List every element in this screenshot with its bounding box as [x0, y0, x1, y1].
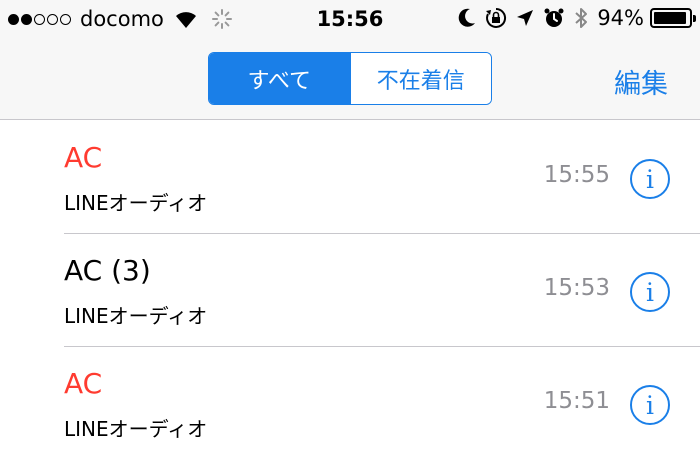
caller-name: AC: [64, 367, 103, 400]
caller-name: AC: [64, 141, 103, 174]
navigation-bar: docomo 15:56 94% すべて 不在着信 編集: [0, 0, 700, 120]
battery-icon: [650, 8, 696, 28]
call-filter-segmented-control[interactable]: すべて 不在着信: [208, 52, 492, 105]
info-icon[interactable]: i: [630, 385, 670, 425]
bluetooth-icon: [575, 8, 588, 28]
call-time: 15:53: [543, 275, 610, 301]
call-time: 15:51: [543, 388, 610, 414]
call-time: 15:55: [543, 162, 610, 188]
orientation-lock-icon: [486, 7, 507, 28]
segment-missed[interactable]: 不在着信: [349, 53, 491, 104]
caller-name: AC (3): [64, 254, 151, 287]
battery-percent: 94%: [597, 6, 644, 30]
call-row[interactable]: AC LINEオーディオ 15:51 i: [0, 347, 700, 458]
call-type: LINEオーディオ: [64, 417, 208, 441]
segment-all[interactable]: すべて: [209, 53, 350, 104]
call-row[interactable]: AC LINEオーディオ 15:55 i: [0, 121, 700, 234]
info-icon[interactable]: i: [630, 272, 670, 312]
moon-icon: [459, 8, 476, 27]
status-bar: docomo 15:56 94%: [0, 0, 700, 40]
call-row[interactable]: AC (3) LINEオーディオ 15:53 i: [0, 234, 700, 347]
call-type: LINEオーディオ: [64, 304, 208, 328]
info-icon[interactable]: i: [630, 159, 670, 199]
alarm-icon: [544, 8, 564, 27]
edit-button[interactable]: 編集: [614, 62, 668, 101]
call-type: LINEオーディオ: [64, 191, 208, 215]
location-arrow-icon: [517, 10, 534, 26]
